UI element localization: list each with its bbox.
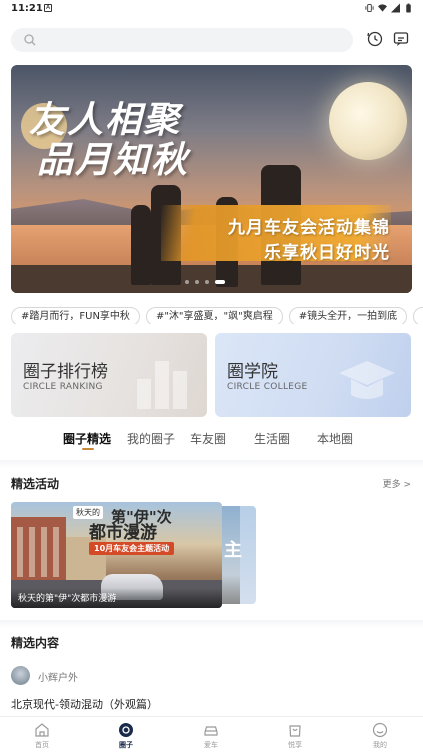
activity-caption: 秋天的第"伊"次都市漫游 <box>18 594 117 604</box>
topic-tag[interactable]: #镜头全开，一拍到底 <box>288 307 408 324</box>
circle-ranking-card[interactable]: 圈子排行榜 CIRCLE RANKING <box>11 333 207 417</box>
signal-icon <box>391 3 400 13</box>
notification-icon: A <box>44 4 52 12</box>
activity-card-next[interactable]: 主 <box>222 506 256 604</box>
nav-home[interactable]: 首页 <box>22 722 62 750</box>
top-bar <box>0 26 423 54</box>
nav-circle[interactable]: 圈子 <box>106 722 146 750</box>
shopping-bag-icon <box>289 725 301 737</box>
section-title-content: 精选内容 <box>11 636 60 650</box>
bar-chart-icon <box>137 361 187 409</box>
nav-car[interactable]: 爱车 <box>191 722 231 750</box>
nav-profile[interactable]: 我的 <box>360 722 400 750</box>
hero-banner[interactable]: 友人相聚 品月知秋 九月车友会活动集锦 乐享秋日好时光 <box>11 65 412 293</box>
moon-graphic <box>329 82 407 160</box>
wifi-icon <box>378 4 387 12</box>
topic-tag[interactable]: #"沐"享盛夏，"飒"爽启程 <box>145 307 283 324</box>
nav-label: 圈子 <box>119 741 133 749</box>
car-icon <box>204 726 218 736</box>
carousel-dot[interactable] <box>205 280 209 284</box>
nav-label: 悦享 <box>288 741 302 749</box>
card-subtitle: CIRCLE RANKING <box>23 382 103 392</box>
section-divider <box>0 620 423 628</box>
nav-label: 爱车 <box>204 741 218 749</box>
card-title: 圈学院 <box>227 362 278 382</box>
active-tab-indicator <box>82 448 94 450</box>
battery-icon <box>406 3 411 13</box>
author-name: 小辉户外 <box>38 673 78 684</box>
topic-tag[interactable]: #踏月而行，FUN享中秋 <box>11 307 140 324</box>
carousel-indicator <box>185 280 225 284</box>
more-link[interactable]: 更多 > <box>383 477 411 490</box>
search-icon <box>24 34 36 46</box>
circle-icon <box>119 723 133 737</box>
tab-my-circles[interactable]: 我的圈子 <box>127 430 175 447</box>
status-time: 11:21 <box>11 3 43 14</box>
feature-cards: 圈子排行榜 CIRCLE RANKING 圈学院 CIRCLE COLLEGE <box>11 333 412 417</box>
banner-headline-line2: 品月知秋 <box>37 139 190 181</box>
nav-label: 首页 <box>35 741 49 749</box>
bottom-navigation: 首页 圈子 爱车 悦享 我的 <box>0 716 423 752</box>
section-divider <box>0 460 423 468</box>
circle-tabs: 圈子精选 我的圈子 车友圈 生活圈 本地圈 <box>0 428 423 452</box>
tab-local[interactable]: 本地圈 <box>317 430 353 447</box>
profile-icon <box>372 722 388 738</box>
home-icon <box>35 723 49 737</box>
message-icon[interactable] <box>392 30 410 48</box>
nav-enjoy[interactable]: 悦享 <box>275 722 315 750</box>
section-title-activities: 精选活动 <box>11 477 60 491</box>
card-subtitle: CIRCLE COLLEGE <box>227 382 308 392</box>
history-icon[interactable] <box>366 30 384 48</box>
banner-subtitle-2: 乐享秋日好时光 <box>264 243 390 263</box>
carousel-dot[interactable] <box>185 280 189 284</box>
status-bar: 11:21 A <box>0 0 423 20</box>
carousel-dot[interactable] <box>195 280 199 284</box>
activity-next-glyph: 主 <box>224 540 242 561</box>
tab-life[interactable]: 生活圈 <box>254 430 290 447</box>
activity-headline-b: 都市漫游 <box>89 523 157 543</box>
topic-tag-list: #踏月而行，FUN享中秋 #"沐"享盛夏，"飒"爽启程 #镜头全开，一拍到底 # <box>11 304 423 324</box>
banner-headline: 友人相聚 品月知秋 <box>29 100 229 180</box>
circle-college-card[interactable]: 圈学院 CIRCLE COLLEGE <box>215 333 411 417</box>
nav-label: 我的 <box>373 741 387 749</box>
activity-card[interactable]: 秋天的 第"伊"次 都市漫游 10月车友会主题活动 秋天的第"伊"次都市漫游 <box>11 502 222 608</box>
vibrate-icon <box>365 3 374 13</box>
person-silhouette <box>131 205 151 285</box>
carousel-dot[interactable] <box>215 280 225 284</box>
activity-tag: 10月车友会主题活动 <box>89 542 175 555</box>
banner-headline-line1: 友人相聚 <box>29 99 182 141</box>
tab-car-friends[interactable]: 车友圈 <box>190 430 226 447</box>
search-input[interactable] <box>11 28 353 52</box>
tab-featured[interactable]: 圈子精选 <box>63 430 111 447</box>
card-title: 圈子排行榜 <box>23 362 108 382</box>
graduation-cap-icon <box>339 361 395 399</box>
banner-subtitle-1: 九月车友会活动集锦 <box>228 218 390 238</box>
avatar[interactable] <box>11 666 30 685</box>
topic-tag[interactable]: # <box>413 307 423 324</box>
status-icons <box>365 3 413 13</box>
ground-graphic <box>11 265 412 293</box>
post-title[interactable]: 北京现代-领动混动（外观篇） <box>11 696 158 712</box>
